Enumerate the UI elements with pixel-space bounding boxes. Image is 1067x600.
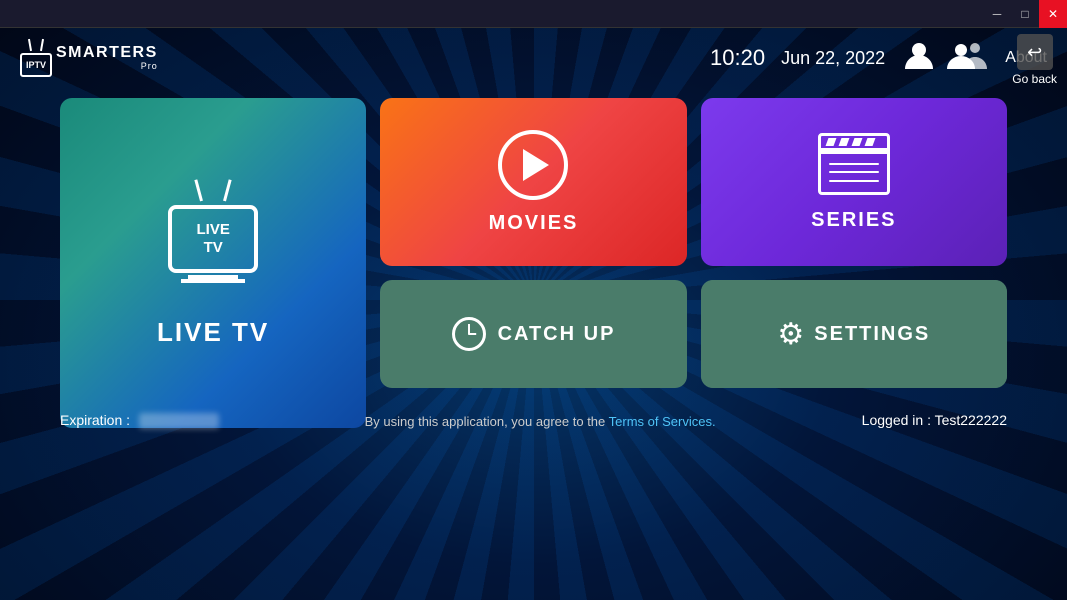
clapper-icon <box>818 133 890 195</box>
catchup-card[interactable]: CATCH UP <box>380 280 686 388</box>
clapper-body <box>818 151 890 195</box>
clapper-stripe <box>838 138 849 146</box>
antenna-left <box>28 39 32 51</box>
tv-screen-content: LIVE TV <box>196 221 229 256</box>
logged-in-section: Logged in : Test222222 <box>862 412 1007 430</box>
logo-smarters-wrap: SMARTERS Pro <box>56 45 158 71</box>
minimize-button[interactable]: ─ <box>983 0 1011 28</box>
livetv-card[interactable]: LIVE TV LIVE TV <box>60 98 366 428</box>
logo-pro-text: Pro <box>56 61 158 71</box>
close-button[interactable]: ✕ <box>1039 0 1067 28</box>
go-back-icon: ↩ <box>1017 34 1053 70</box>
card-grid: LIVE TV LIVE TV MOVIES <box>60 98 1007 388</box>
clapper-line <box>829 180 879 182</box>
main-content: LIVE TV LIVE TV MOVIES <box>0 88 1067 388</box>
logo: IPTV SMARTERS Pro <box>20 39 158 77</box>
logo-iptv-text: IPTV <box>26 60 46 70</box>
series-label: SERIES <box>811 209 896 232</box>
footer: Expiration : By using this application, … <box>0 400 1067 442</box>
play-triangle-icon <box>523 149 549 181</box>
catchup-label: CATCH UP <box>498 323 616 346</box>
livetv-label: LIVE TV <box>157 317 269 348</box>
header-date: Jun 22, 2022 <box>781 48 885 69</box>
catchup-content: CATCH UP <box>452 317 616 351</box>
clapper-stripe <box>864 138 875 146</box>
expiry-label: Expiration : <box>60 412 130 428</box>
clapper-line <box>829 163 879 165</box>
movies-card[interactable]: MOVIES <box>380 98 686 266</box>
maximize-button[interactable]: □ <box>1011 0 1039 28</box>
header-time: 10:20 <box>710 45 765 71</box>
logo-tv-symbol: IPTV <box>20 39 52 77</box>
terms-link[interactable]: Terms of Services. <box>609 414 716 429</box>
header-icons <box>901 37 989 80</box>
user-icon-button[interactable] <box>901 37 937 80</box>
clapper-top <box>818 133 890 151</box>
go-back-button[interactable]: ↩ Go back <box>1002 28 1067 92</box>
terms-section: By using this application, you agree to … <box>365 414 716 429</box>
tv-screen-line2: TV <box>196 239 229 256</box>
settings-content: ⚙ SETTINGS <box>777 317 930 352</box>
series-card[interactable]: SERIES <box>701 98 1007 266</box>
movies-label: MOVIES <box>489 212 579 235</box>
expiry-section: Expiration : <box>60 412 219 430</box>
tv-screen-line1: LIVE <box>196 221 229 238</box>
tv-stand-base <box>181 279 245 283</box>
clapper-stripe <box>851 138 862 146</box>
gear-icon: ⚙ <box>777 317 804 352</box>
antenna-left-icon <box>195 179 204 201</box>
tv-illustration: LIVE TV <box>168 179 258 273</box>
logo-screen: IPTV <box>20 53 52 77</box>
settings-label: SETTINGS <box>814 323 930 346</box>
profile-switch-button[interactable] <box>945 37 989 80</box>
clapper-line <box>829 171 879 173</box>
settings-card[interactable]: ⚙ SETTINGS <box>701 280 1007 388</box>
header: IPTV SMARTERS Pro 10:20 Jun 22, 2022 <box>0 28 1067 88</box>
logged-in-text: Logged in : Test222222 <box>862 412 1007 428</box>
antenna-right <box>40 39 44 51</box>
logo-antenna <box>29 39 43 51</box>
play-icon <box>498 130 568 200</box>
clock-icon <box>452 317 486 351</box>
antenna-right-icon <box>223 179 232 201</box>
tv-body-icon: LIVE TV <box>168 205 258 273</box>
expiry-value <box>139 413 219 429</box>
clapper-stripe <box>825 138 836 146</box>
logo-smarters-text: SMARTERS <box>56 45 158 61</box>
header-right: 10:20 Jun 22, 2022 About <box>710 37 1047 80</box>
go-back-label: Go back <box>1012 72 1057 86</box>
terms-text: By using this application, you agree to … <box>365 414 609 429</box>
titlebar: ─ □ ✕ <box>0 0 1067 28</box>
